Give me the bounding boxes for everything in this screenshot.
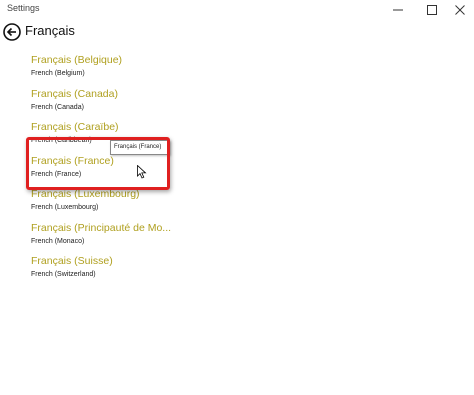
language-item-title: Français (Suisse) (31, 255, 113, 267)
close-button[interactable] (447, 0, 473, 20)
window-title: Settings (7, 3, 40, 13)
language-item-suisse[interactable]: Français (Suisse) French (Switzerland) (31, 255, 231, 285)
mouse-pointer-icon (137, 164, 147, 179)
settings-window: Settings Français Français (Belgique) Fr… (0, 0, 474, 395)
maximize-icon (427, 5, 437, 15)
language-item-title: Français (Belgique) (31, 54, 123, 66)
title-bar[interactable]: Settings (0, 0, 474, 20)
language-item-luxembourg[interactable]: Français (Luxembourg) French (Luxembourg… (31, 188, 231, 218)
language-item-subtitle: French (Monaco) (31, 238, 85, 245)
language-item-belgique[interactable]: Français (Belgique) French (Belgium) (31, 54, 231, 84)
language-item-title: Français (Principauté de Mo... (31, 222, 172, 234)
language-item-monaco[interactable]: Français (Principauté de Mo... French (M… (31, 222, 231, 252)
maximize-button[interactable] (419, 0, 445, 20)
selection-highlight (26, 137, 170, 190)
page-title: Français (25, 23, 75, 38)
language-item-subtitle: French (Switzerland) (31, 271, 96, 278)
minimize-button[interactable] (385, 0, 411, 20)
language-item-canada[interactable]: Français (Canada) French (Canada) (31, 88, 231, 118)
back-arrow-icon (3, 23, 21, 41)
close-icon (455, 5, 465, 15)
language-item-subtitle: French (Luxembourg) (31, 204, 99, 211)
language-item-subtitle: French (Canada) (31, 104, 84, 111)
back-button[interactable] (3, 23, 21, 41)
minimize-icon (393, 9, 403, 11)
language-item-title: Français (Caraïbe) (31, 121, 119, 133)
language-item-subtitle: French (Belgium) (31, 70, 85, 77)
language-item-title: Français (Canada) (31, 88, 118, 100)
mouse-pointer (137, 164, 147, 179)
page-header: Français (0, 20, 474, 45)
